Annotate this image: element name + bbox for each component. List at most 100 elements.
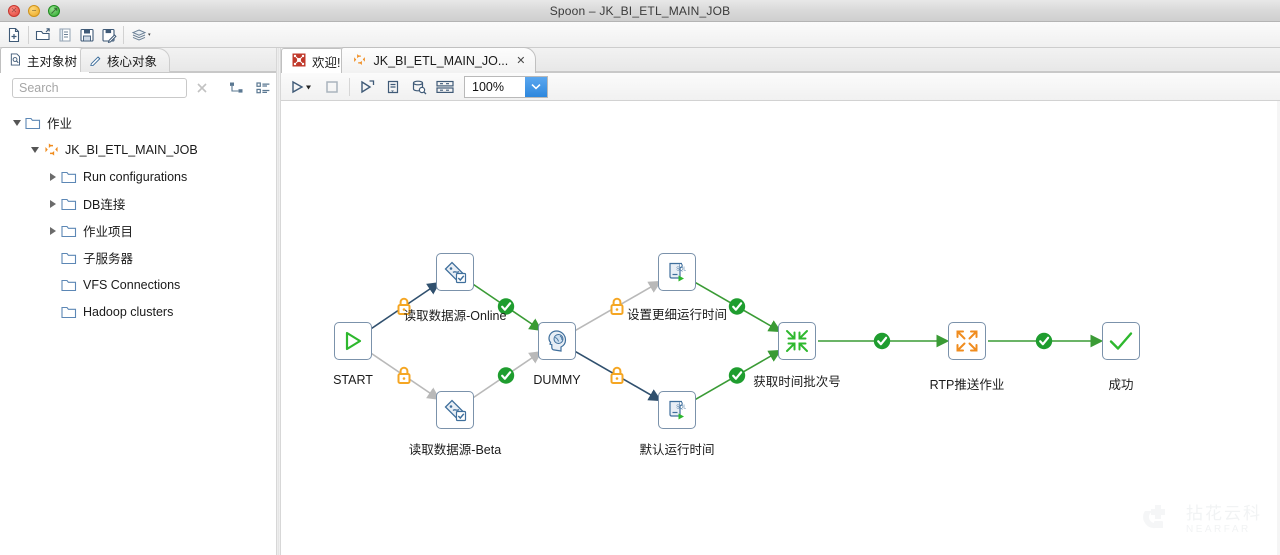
hop-lock-icon[interactable]: [397, 366, 411, 384]
canvas-node-dummy[interactable]: [538, 322, 576, 360]
document-list-button[interactable]: [54, 24, 76, 46]
tab-core-objects[interactable]: 核心对象: [80, 48, 171, 72]
job-icon: [42, 141, 60, 158]
log-button[interactable]: [380, 76, 406, 98]
sql-script-icon: SQL: [664, 397, 690, 423]
search-input[interactable]: [12, 78, 187, 98]
folder-icon: [24, 116, 42, 130]
tree-item-slave-servers-label: 子服务器: [83, 252, 134, 266]
canvas-node-read-source-online-label: 读取数据源-Online: [403, 309, 507, 323]
tree-item-db-connections-label: DB连接: [83, 198, 126, 212]
stop-button[interactable]: [319, 76, 345, 98]
close-icon[interactable]: ✕: [516, 54, 525, 67]
folder-icon: [60, 224, 78, 238]
folder-icon: [60, 197, 78, 211]
hop-success-icon[interactable]: [728, 298, 746, 315]
twisty-expanded-icon[interactable]: [10, 116, 24, 130]
watermark-en: NEARFAR: [1186, 523, 1251, 535]
tab-main-object-tree[interactable]: 主对象树: [0, 47, 91, 73]
dummy-head-icon: [544, 328, 570, 354]
grid-rows-button[interactable]: [432, 76, 458, 98]
tree-item-jobs-label: 作业: [47, 117, 73, 131]
job-icon: [352, 52, 367, 70]
database-search-button[interactable]: [406, 76, 432, 98]
canvas-toolbar: 100%: [281, 73, 1280, 101]
twisty-expanded-icon[interactable]: [28, 143, 42, 157]
hop-success-icon[interactable]: [728, 367, 746, 384]
new-file-button[interactable]: [3, 24, 25, 46]
hop-lock-icon[interactable]: [610, 297, 624, 315]
window-titlebar: ✕ − Spoon – JK_BI_ETL_MAIN_JOB: [0, 0, 1280, 22]
svg-text:SQL: SQL: [676, 405, 686, 411]
twisty-collapsed-icon[interactable]: [46, 170, 60, 184]
watermark-cn: 拈花云科: [1186, 503, 1262, 523]
clear-x-icon[interactable]: [195, 79, 209, 97]
save-as-button[interactable]: [98, 24, 120, 46]
canvas-node-rtp-push-job[interactable]: [948, 322, 986, 360]
canvas-node-success[interactable]: [1102, 322, 1140, 360]
zoom-value: 100%: [472, 79, 504, 94]
green-play-triangle-icon: [341, 329, 365, 353]
canvas-node-success-label: 成功: [1108, 378, 1134, 392]
canvas-node-dummy-label: DUMMY: [533, 373, 581, 387]
hop-lock-icon[interactable]: [610, 366, 624, 384]
canvas-node-start[interactable]: [334, 322, 372, 360]
tree-item-slave-servers[interactable]: 子服务器: [0, 244, 276, 271]
twisty-empty: [46, 305, 60, 319]
tree-item-jk-bi-etl-main-job[interactable]: JK_BI_ETL_MAIN_JOB: [0, 136, 276, 163]
chevron-down-icon[interactable]: [525, 76, 547, 97]
editor-tabstrip-filler: [536, 48, 1280, 72]
canvas-node-default-runtime-label: 默认运行时间: [639, 443, 715, 457]
twisty-collapsed-icon[interactable]: [46, 224, 60, 238]
transformation-icon: [442, 259, 468, 285]
tree-item-run-configurations[interactable]: Run configurations: [0, 163, 276, 190]
hop-success-icon[interactable]: [497, 367, 515, 384]
job-canvas[interactable]: START 读取数据源-Online 读取数据源-Beta DUMMY SQL …: [281, 101, 1280, 555]
tree-item-jobs[interactable]: 作业: [0, 109, 276, 136]
canvas-node-set-fine-runtime-label: 设置更细运行时间: [626, 308, 728, 322]
canvas-node-read-source-online[interactable]: [436, 253, 474, 291]
object-tree: 作业 JK_BI_ETL_MAIN_JOB Run configurations…: [0, 103, 276, 325]
canvas-node-get-time-batch-label: 获取时间批次号: [753, 375, 841, 389]
editor-tab-job[interactable]: JK_BI_ETL_MAIN_JO... ✕: [341, 47, 537, 73]
folder-icon: [60, 305, 78, 319]
open-file-button[interactable]: [32, 24, 54, 46]
canvas-node-rtp-push-job-label: RTP推送作业: [929, 378, 1005, 392]
debug-button[interactable]: [354, 76, 380, 98]
green-check-icon: [1108, 329, 1134, 353]
repository-button[interactable]: [127, 24, 157, 46]
tree-item-job-entries[interactable]: 作业项目: [0, 217, 276, 244]
run-button[interactable]: [287, 76, 319, 98]
twisty-collapsed-icon[interactable]: [46, 197, 60, 211]
hierarchy-icon[interactable]: [229, 79, 244, 97]
hop-success-icon[interactable]: [873, 332, 891, 350]
document-search-icon: [9, 52, 22, 69]
collapse-list-icon[interactable]: [256, 79, 271, 97]
tree-item-vfs-connections[interactable]: VFS Connections: [0, 271, 276, 298]
tree-item-vfs-connections-label: VFS Connections: [83, 277, 181, 292]
twisty-empty: [46, 251, 60, 265]
tree-item-hadoop-clusters[interactable]: Hadoop clusters: [0, 298, 276, 325]
canvas-node-start-label: START: [333, 373, 373, 387]
tree-item-hadoop-clusters-label: Hadoop clusters: [83, 304, 174, 319]
diverge-arrows-icon: [954, 328, 980, 354]
save-button[interactable]: [76, 24, 98, 46]
left-panel-tabstrip: 主对象树 核心对象: [0, 47, 276, 73]
canvas-node-default-runtime[interactable]: SQL: [658, 391, 696, 429]
canvas-node-read-source-beta[interactable]: [436, 391, 474, 429]
welcome-icon: [292, 53, 306, 70]
canvas-node-get-time-batch[interactable]: [778, 322, 816, 360]
window-title: Spoon – JK_BI_ETL_MAIN_JOB: [549, 3, 731, 18]
toolbar-separator-2: [123, 25, 124, 44]
tree-item-db-connections[interactable]: DB连接: [0, 190, 276, 217]
folder-icon: [60, 170, 78, 184]
watermark-text: 拈花云科 NEARFAR: [1186, 505, 1262, 535]
main-body: 主对象树 核心对象 Search 作业 JK_BI_ETL_MAIN_JOB R…: [0, 47, 1280, 555]
canvas-node-set-fine-runtime[interactable]: SQL: [658, 253, 696, 291]
zoom-combo[interactable]: 100%: [464, 75, 548, 98]
editor-tab-welcome-label: 欢迎!: [312, 55, 341, 70]
editor-tabstrip: 欢迎! JK_BI_ETL_MAIN_JO... ✕: [281, 47, 1280, 73]
left-panel: 主对象树 核心对象 Search 作业 JK_BI_ETL_MAIN_JOB R…: [0, 47, 276, 555]
hop-success-icon[interactable]: [1035, 332, 1053, 350]
transformation-icon: [442, 397, 468, 423]
